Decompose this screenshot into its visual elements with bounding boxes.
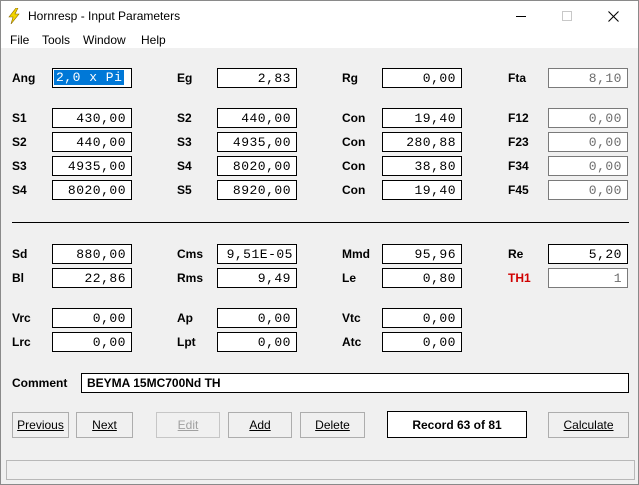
window-title: Hornresp - Input Parameters (28, 9, 181, 23)
atc-field[interactable]: 0,00 (382, 332, 462, 352)
lrc-field[interactable]: 0,00 (52, 332, 132, 352)
label-lrc: Lrc (12, 335, 31, 349)
f34-field: 0,00 (548, 156, 628, 176)
maximize-button[interactable] (544, 1, 590, 31)
label-re: Re (508, 247, 524, 261)
mmd-field[interactable]: 95,96 (382, 244, 462, 264)
label-th1: TH1 (508, 271, 531, 285)
label-le: Le (342, 271, 357, 285)
eg-field[interactable]: 2,83 (217, 68, 297, 88)
label-vrc: Vrc (12, 311, 31, 325)
label-f34: F34 (508, 159, 529, 173)
label-vtc: Vtc (342, 311, 361, 325)
sd-field[interactable]: 880,00 (52, 244, 132, 264)
close-button[interactable] (590, 1, 636, 31)
maximize-icon (562, 11, 572, 21)
lpt-field[interactable]: 0,00 (217, 332, 297, 352)
record-indicator: Record 63 of 81 (387, 411, 527, 438)
close-icon (607, 10, 619, 22)
menu-tools[interactable]: Tools (42, 33, 70, 47)
calculate-button[interactable]: Calculate (548, 412, 629, 438)
next-button[interactable]: Next (76, 412, 133, 438)
label-s3: S3 (12, 159, 27, 173)
ap-field[interactable]: 0,00 (217, 308, 297, 328)
label-con-3: Con (342, 159, 366, 173)
menu-file[interactable]: File (10, 33, 29, 47)
label-mmd: Mmd (342, 247, 370, 261)
label-cms: Cms (177, 247, 204, 261)
s4-field[interactable]: 8020,00 (52, 180, 132, 200)
previous-button[interactable]: Previous (12, 412, 69, 438)
minimize-button[interactable] (498, 1, 544, 31)
status-bar (6, 460, 635, 480)
menu-help[interactable]: Help (141, 33, 166, 47)
label-s2-right: S2 (177, 111, 192, 125)
f45-field: 0,00 (548, 180, 628, 200)
menu-window[interactable]: Window (83, 33, 126, 47)
comment-field[interactable]: BEYMA 15MC700Nd TH (81, 373, 629, 393)
lightning-bolt-icon (8, 8, 20, 24)
con2-field[interactable]: 280,88 (382, 132, 462, 152)
fta-field: 8,10 (548, 68, 628, 88)
rms-field[interactable]: 9,49 (217, 268, 297, 288)
label-s2: S2 (12, 135, 27, 149)
f23-field: 0,00 (548, 132, 628, 152)
label-sd: Sd (12, 247, 28, 261)
con1-field[interactable]: 19,40 (382, 108, 462, 128)
label-eg: Eg (177, 71, 193, 85)
minimize-icon (516, 16, 526, 17)
label-s1: S1 (12, 111, 27, 125)
label-s4: S4 (12, 183, 27, 197)
le-field[interactable]: 0,80 (382, 268, 462, 288)
s2-field-right[interactable]: 440,00 (217, 108, 297, 128)
label-rg: Rg (342, 71, 358, 85)
label-s4-right: S4 (177, 159, 192, 173)
re-field[interactable]: 5,20 (548, 244, 628, 264)
bl-field[interactable]: 22,86 (52, 268, 132, 288)
label-f45: F45 (508, 183, 529, 197)
section-divider (12, 222, 629, 223)
label-atc: Atc (342, 335, 362, 349)
label-s3-right: S3 (177, 135, 192, 149)
vrc-field[interactable]: 0,00 (52, 308, 132, 328)
con4-field[interactable]: 19,40 (382, 180, 462, 200)
label-lpt: Lpt (177, 335, 196, 349)
label-f23: F23 (508, 135, 529, 149)
label-rms: Rms (177, 271, 204, 285)
title-bar[interactable]: Hornresp - Input Parameters (1, 1, 638, 31)
label-fta: Fta (508, 71, 526, 85)
label-con-4: Con (342, 183, 366, 197)
delete-button[interactable]: Delete (300, 412, 365, 438)
label-con-2: Con (342, 135, 366, 149)
menu-bar: File Tools Window Help (1, 31, 638, 49)
s3-field[interactable]: 4935,00 (52, 156, 132, 176)
edit-button: Edit (156, 412, 220, 438)
rg-field[interactable]: 0,00 (382, 68, 462, 88)
ang-value: 2,0 x Pi (54, 70, 125, 85)
label-ap: Ap (177, 311, 193, 325)
ang-field[interactable]: 2,0 x Pi (52, 68, 132, 88)
label-s5: S5 (177, 183, 192, 197)
cms-field[interactable]: 9,51E-05 (217, 244, 297, 264)
s1-field[interactable]: 430,00 (52, 108, 132, 128)
vtc-field[interactable]: 0,00 (382, 308, 462, 328)
add-button[interactable]: Add (228, 412, 292, 438)
label-ang: Ang (12, 71, 36, 85)
f12-field: 0,00 (548, 108, 628, 128)
label-con-1: Con (342, 111, 366, 125)
s5-field[interactable]: 8920,00 (217, 180, 297, 200)
label-comment: Comment (12, 376, 68, 390)
s3-field-right[interactable]: 4935,00 (217, 132, 297, 152)
th1-field[interactable]: 1 (548, 268, 628, 288)
s2-field[interactable]: 440,00 (52, 132, 132, 152)
con3-field[interactable]: 38,80 (382, 156, 462, 176)
label-bl: Bl (12, 271, 24, 285)
s4-field-right[interactable]: 8020,00 (217, 156, 297, 176)
hornresp-window: Hornresp - Input Parameters File Tools W… (0, 0, 639, 485)
label-f12: F12 (508, 111, 529, 125)
